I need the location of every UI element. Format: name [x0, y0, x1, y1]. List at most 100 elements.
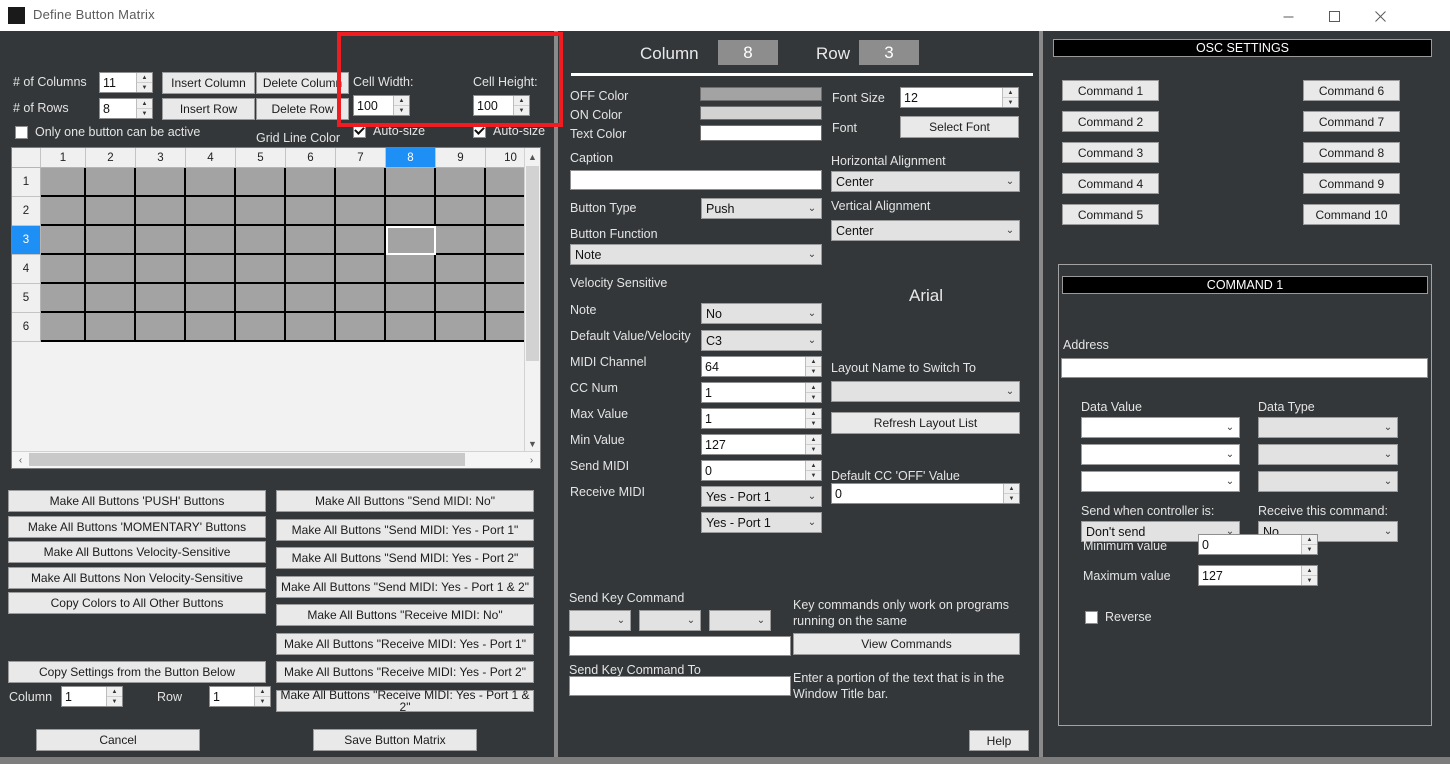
stepper-up-icon[interactable]: ▲: [806, 409, 821, 419]
chevron-down-icon[interactable]: ⌄: [803, 308, 821, 319]
chevron-down-icon[interactable]: ⌄: [803, 203, 821, 214]
chevron-down-icon[interactable]: ⌄: [803, 249, 821, 260]
grid-cell-4-3[interactable]: [186, 226, 236, 255]
grid-cell-3-5[interactable]: [136, 284, 186, 313]
cc-num-stepper[interactable]: 1 ▲ ▼: [701, 408, 822, 429]
chevron-down-icon[interactable]: ⌄: [612, 615, 630, 626]
grid-cell-9-1[interactable]: [436, 168, 486, 197]
scroll-right-icon[interactable]: ›: [523, 452, 540, 468]
osc-command-button-9[interactable]: Command 9: [1303, 173, 1400, 194]
horizontal-scroll-thumb[interactable]: [29, 453, 465, 466]
insert-column-button[interactable]: Insert Column: [162, 72, 255, 94]
osc-data-value-select-2[interactable]: ⌄: [1081, 444, 1240, 465]
grid-cell-2-1[interactable]: [86, 168, 136, 197]
chevron-down-icon[interactable]: ⌄: [1379, 422, 1397, 433]
grid-cell-7-5[interactable]: [336, 284, 386, 313]
horizontal-alignment-select[interactable]: Center ⌄: [831, 171, 1020, 192]
bulk-action-right-7[interactable]: Make All Buttons "Receive MIDI: Yes - Po…: [276, 689, 534, 713]
chevron-down-icon[interactable]: ⌄: [1001, 176, 1019, 187]
chevron-down-icon[interactable]: ⌄: [682, 615, 700, 626]
copy-row-stepper[interactable]: 1 ▲ ▼: [209, 686, 271, 707]
rows-stepper[interactable]: 8 ▲ ▼: [99, 98, 153, 119]
stepper-up-icon[interactable]: ▲: [137, 99, 152, 109]
stepper-down-icon[interactable]: ▼: [1003, 98, 1018, 107]
font-size-stepper-arrows[interactable]: ▲ ▼: [1002, 88, 1018, 107]
copy-column-stepper-arrows[interactable]: ▲ ▼: [106, 687, 122, 706]
stepper-up-icon[interactable]: ▲: [255, 687, 270, 697]
grid-column-header-6[interactable]: 6: [286, 148, 336, 168]
chevron-down-icon[interactable]: ⌄: [1221, 449, 1239, 460]
scroll-up-icon[interactable]: ▲: [525, 148, 540, 165]
grid-cell-2-6[interactable]: [86, 313, 136, 342]
grid-cell-1-3[interactable]: [41, 226, 86, 255]
grid-row-header-2[interactable]: 2: [12, 197, 41, 226]
cell-height-autosize-checkbox[interactable]: Auto-size: [473, 124, 545, 138]
chevron-down-icon[interactable]: ⌄: [1221, 422, 1239, 433]
grid-row-header-4[interactable]: 4: [12, 255, 41, 284]
grid-cell-5-2[interactable]: [236, 197, 286, 226]
grid-cell-9-2[interactable]: [436, 197, 486, 226]
grid-cell-3-2[interactable]: [136, 197, 186, 226]
min-value-stepper-arrows[interactable]: ▲ ▼: [805, 461, 821, 480]
chevron-down-icon[interactable]: ⌄: [752, 615, 770, 626]
stepper-up-icon[interactable]: ▲: [1004, 484, 1019, 494]
grid-cell-8-1[interactable]: [386, 168, 436, 197]
grid-column-header-1[interactable]: 1: [41, 148, 86, 168]
osc-address-input[interactable]: [1061, 358, 1428, 378]
grid-cell-1-2[interactable]: [41, 197, 86, 226]
grid-cell-4-5[interactable]: [186, 284, 236, 313]
stepper-up-icon[interactable]: ▲: [394, 96, 409, 106]
caption-input[interactable]: [570, 170, 822, 190]
cell-width-stepper[interactable]: 100 ▲ ▼: [353, 95, 410, 116]
insert-row-button[interactable]: Insert Row: [162, 98, 255, 120]
scroll-left-icon[interactable]: ‹: [12, 452, 29, 468]
on-color-swatch[interactable]: [700, 106, 822, 120]
layout-name-select[interactable]: ⌄: [831, 381, 1020, 402]
stepper-down-icon[interactable]: ▼: [137, 83, 152, 92]
grid-row-header-5[interactable]: 5: [12, 284, 41, 313]
grid-row-header-1[interactable]: 1: [12, 168, 41, 197]
default-velocity-stepper[interactable]: 64 ▲ ▼: [701, 356, 822, 377]
grid-cell-5-6[interactable]: [236, 313, 286, 342]
bulk-action-right-2[interactable]: Make All Buttons "Send MIDI: Yes - Port …: [276, 547, 534, 569]
bulk-action-right-4[interactable]: Make All Buttons "Receive MIDI: No": [276, 604, 534, 626]
grid-row-header-6[interactable]: 6: [12, 313, 41, 342]
grid-cell-8-2[interactable]: [386, 197, 436, 226]
stepper-down-icon[interactable]: ▼: [806, 367, 821, 376]
rows-stepper-arrows[interactable]: ▲ ▼: [136, 99, 152, 118]
osc-data-type-select-2[interactable]: ⌄: [1258, 444, 1398, 465]
key-combo-1-select[interactable]: ⌄: [569, 610, 631, 631]
chevron-down-icon[interactable]: ⌄: [1379, 476, 1397, 487]
grid-cell-4-1[interactable]: [186, 168, 236, 197]
stepper-down-icon[interactable]: ▼: [1302, 576, 1317, 585]
osc-data-type-select-1[interactable]: ⌄: [1258, 417, 1398, 438]
osc-command-button-10[interactable]: Command 10: [1303, 204, 1400, 225]
osc-command-button-6[interactable]: Command 6: [1303, 80, 1400, 101]
stepper-down-icon[interactable]: ▼: [806, 393, 821, 402]
osc-data-type-select-3[interactable]: ⌄: [1258, 471, 1398, 492]
bulk-action-right-6[interactable]: Make All Buttons "Receive MIDI: Yes - Po…: [276, 661, 534, 683]
chevron-down-icon[interactable]: ⌄: [1001, 386, 1019, 397]
minimum-value-stepper[interactable]: 0 ▲ ▼: [1198, 534, 1318, 555]
grid-cell-8-6[interactable]: [386, 313, 436, 342]
grid-cell-7-2[interactable]: [336, 197, 386, 226]
button-type-select[interactable]: Push ⌄: [701, 198, 822, 219]
grid-column-header-9[interactable]: 9: [436, 148, 486, 168]
grid-horizontal-scrollbar[interactable]: ‹ ›: [12, 451, 540, 468]
grid-vertical-scrollbar[interactable]: ▲ ▼: [524, 148, 540, 452]
stepper-up-icon[interactable]: ▲: [806, 383, 821, 393]
button-matrix-grid[interactable]: 1 2 3 4 5 6 7 8 9 10 123456 ▲ ▼ ‹ ›: [11, 147, 541, 469]
grid-cell-3-1[interactable]: [136, 168, 186, 197]
stepper-up-icon[interactable]: ▲: [1003, 88, 1018, 98]
grid-cell-4-4[interactable]: [186, 255, 236, 284]
grid-column-header-3[interactable]: 3: [136, 148, 186, 168]
bulk-action-left-3[interactable]: Make All Buttons Non Velocity-Sensitive: [8, 566, 266, 589]
scroll-down-icon[interactable]: ▼: [525, 435, 540, 452]
bulk-action-right-0[interactable]: Make All Buttons "Send MIDI: No": [276, 490, 534, 512]
maximize-button[interactable]: [1311, 0, 1357, 31]
grid-cell-1-5[interactable]: [41, 284, 86, 313]
grid-cell-6-6[interactable]: [286, 313, 336, 342]
select-font-button[interactable]: Select Font: [900, 116, 1019, 138]
osc-command-button-4[interactable]: Command 4: [1062, 173, 1159, 194]
close-button[interactable]: [1357, 0, 1403, 31]
